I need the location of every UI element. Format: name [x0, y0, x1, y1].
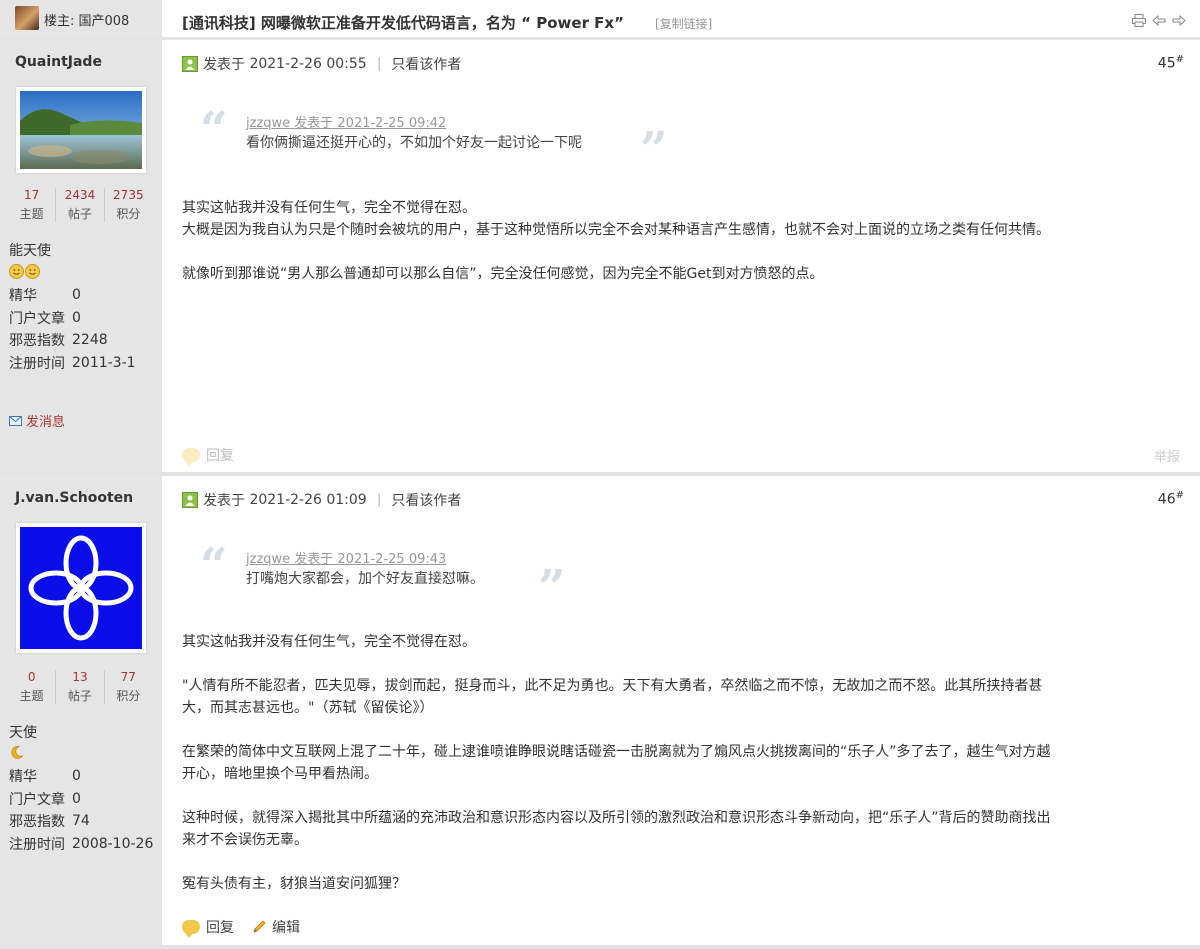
quote-source-link[interactable]: jzzqwe 发表于 2021-2-25 09:42: [246, 112, 446, 131]
user-rank: 天使: [9, 725, 37, 741]
pencil-icon: [253, 920, 266, 933]
avatar-clover-image: [20, 527, 142, 649]
thread-title: [通讯科技] 网曝微软正准备开发低代码语言，名为 “ Power Fx”: [182, 14, 624, 32]
author-sidebar: J.van.Schooten 0 主题 13 帖子 77 积分 天使 精华 0 门户文: [0, 476, 162, 945]
reply-label: 回复: [206, 920, 234, 936]
post-paragraph: 这种时候，就得深入揭批其中所蕴涵的充沛政治和意识形态内容以及所引领的激烈政治和意…: [182, 810, 1051, 848]
smiley-icon: [25, 264, 40, 279]
post-paragraph: 其实这帖我并没有任何生气，完全不觉得在怼。 大概是因为我自认为只是个随时会被坑的…: [182, 200, 1050, 238]
avatar[interactable]: [16, 523, 146, 653]
user-rank: 能天使: [9, 243, 51, 259]
avatar[interactable]: [16, 87, 146, 173]
send-message-button[interactable]: 发消息: [9, 411, 65, 430]
edit-label: 编辑: [272, 920, 300, 936]
rank-icons: [9, 745, 24, 760]
post-meta: 发表于 2021-2-26 00:55 | 只看该作者: [182, 54, 461, 74]
posted-at-prefix: 发表于: [203, 493, 245, 509]
post-paragraph: 冤有头债有主，豺狼当道安问狐狸？: [182, 876, 406, 892]
quote-close-icon: ”: [640, 122, 668, 178]
next-thread-icon[interactable]: [1172, 14, 1186, 27]
floor-number[interactable]: 45#: [1158, 54, 1184, 72]
post-body: 其实这帖我并没有任何生气，完全不觉得在怼。 "人情有所不能忍者，匹夫见辱，拔剑而…: [182, 631, 1062, 917]
posted-at-prefix: 发表于: [203, 57, 245, 73]
post-paragraph: 在繁荣的简体中文互联网上混了二十年，碰上逮谁喷谁睁眼说瞎话碰瓷一击脱离就为了煽风…: [182, 744, 1051, 782]
author-profile: 精华 0 门户文章 0 邪恶指数 2248 注册时间 2011-3-1: [9, 287, 136, 372]
author-stats: 17 主题 2434 帖子 2735 积分: [8, 188, 152, 222]
author-name[interactable]: QuaintJade: [15, 54, 102, 70]
rank-icons: [9, 264, 40, 279]
post-content: 发表于 2021-2-26 00:55 | 只看该作者 45# “ jzzqwe…: [162, 40, 1200, 472]
post-paragraph: 就像听到那谁说“男人那么普通却可以那么自信”，完全没任何感觉，因为完全不能Get…: [182, 266, 824, 282]
reply-icon: [182, 448, 200, 466]
post-time: 2021-2-26 00:55: [249, 56, 367, 72]
online-status-icon: [182, 56, 198, 72]
envelope-icon: [9, 415, 22, 426]
report-link[interactable]: 举报: [1154, 446, 1180, 465]
send-message-label: 发消息: [26, 415, 66, 430]
reply-icon: [182, 920, 200, 938]
stat-credits[interactable]: 2735 积分: [105, 188, 152, 222]
prev-thread-icon[interactable]: [1152, 14, 1166, 27]
post-content: 发表于 2021-2-26 01:09 | 只看该作者 46# “ jzzqwe…: [162, 476, 1200, 945]
author-name[interactable]: J.van.Schooten: [15, 490, 133, 506]
only-author-link[interactable]: 只看该作者: [391, 490, 461, 510]
post-meta: 发表于 2021-2-26 01:09 | 只看该作者: [182, 490, 461, 510]
quote-text: 打嘴炮大家都会，加个好友直接怼嘛。: [246, 571, 484, 587]
post-footer: 回复 举报: [182, 445, 1180, 466]
stat-topics[interactable]: 17 主题: [8, 188, 57, 222]
post-45: QuaintJade 17 主题 2434 帖子 2735 积分 能天使 精华 …: [0, 40, 1200, 476]
post-footer: 回复 编辑: [182, 917, 1180, 938]
stat-posts[interactable]: 2434 帖子: [56, 188, 105, 222]
avatar-landscape-image: [20, 91, 142, 169]
reply-button[interactable]: 回复: [182, 917, 234, 938]
quote-open-icon: “: [200, 102, 228, 158]
quote-open-icon: “: [200, 538, 228, 594]
author-sidebar: QuaintJade 17 主题 2434 帖子 2735 积分 能天使 精华 …: [0, 40, 162, 472]
author-profile: 精华 0 门户文章 0 邪恶指数 74 注册时间 2008-10-26: [9, 768, 154, 853]
edit-button[interactable]: 编辑: [252, 917, 300, 937]
floor-number[interactable]: 46#: [1158, 490, 1184, 508]
quote-close-icon: ”: [538, 560, 566, 616]
owner-label[interactable]: 楼主: 国产008: [44, 10, 129, 29]
post-body: 其实这帖我并没有任何生气，完全不觉得在怼。 大概是因为我自认为只是个随时会被坑的…: [182, 197, 1062, 307]
thread-owner-bar: 楼主: 国产008: [0, 0, 162, 37]
stat-credits[interactable]: 77 积分: [105, 670, 152, 704]
post-46: J.van.Schooten 0 主题 13 帖子 77 积分 天使 精华 0 门户文: [0, 476, 1200, 949]
thread-tools: [1132, 14, 1186, 27]
smiley-icon: [9, 264, 24, 279]
quote-text: 看你俩撕逼还挺开心的，不如加个好友一起讨论一下呢: [246, 135, 582, 151]
post-paragraph: "人情有所不能忍者，匹夫见辱，拔剑而起，挺身而斗，此不足为勇也。天下有大勇者，卒…: [182, 678, 1043, 716]
print-icon[interactable]: [1132, 14, 1146, 27]
reply-button[interactable]: 回复: [182, 445, 234, 466]
reply-label: 回复: [206, 448, 234, 464]
moon-icon: [11, 746, 24, 759]
online-status-icon: [182, 492, 198, 508]
thread-header: 楼主: 国产008 [通讯科技] 网曝微软正准备开发低代码语言，名为 “ Pow…: [0, 0, 1200, 40]
author-stats: 0 主题 13 帖子 77 积分: [8, 670, 152, 704]
copy-link-button[interactable]: [复制链接]: [655, 15, 712, 32]
owner-avatar[interactable]: [15, 6, 39, 30]
post-time: 2021-2-26 01:09: [249, 492, 367, 508]
post-paragraph: 其实这帖我并没有任何生气，完全不觉得在怼。: [182, 634, 476, 650]
only-author-link[interactable]: 只看该作者: [391, 54, 461, 74]
stat-posts[interactable]: 13 帖子: [56, 670, 105, 704]
stat-topics[interactable]: 0 主题: [8, 670, 57, 704]
quote-source-link[interactable]: jzzqwe 发表于 2021-2-25 09:43: [246, 548, 446, 567]
